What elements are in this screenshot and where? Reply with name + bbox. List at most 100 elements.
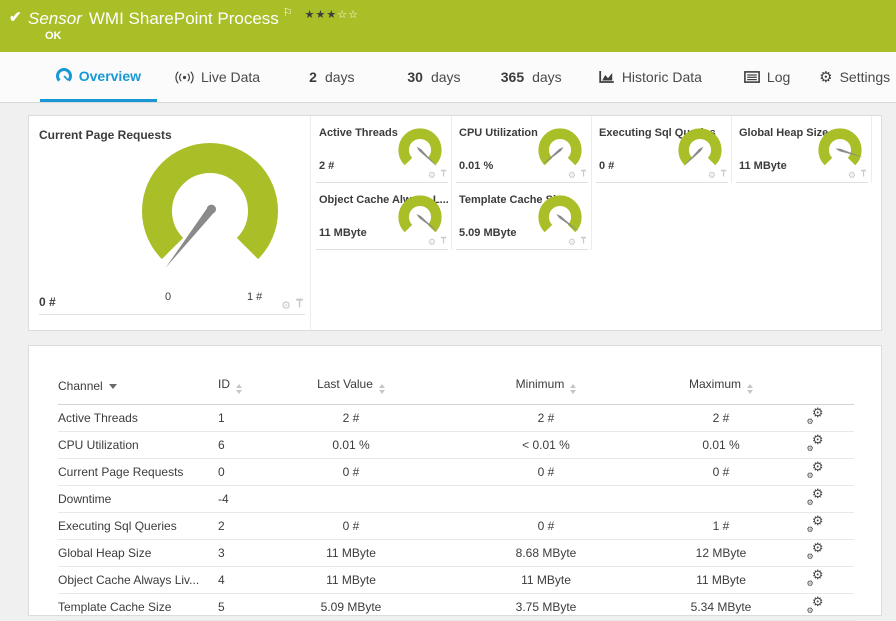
gauge-value: 0 # xyxy=(39,295,56,309)
column-label: Minimum xyxy=(515,377,565,391)
gauge-tile-executing-sql-queries[interactable]: Executing Sql Queries 0 # ⚙ xyxy=(592,116,732,183)
channel-settings-icon[interactable]: ⚙ ⚙ xyxy=(807,460,824,480)
channel-settings-icon[interactable]: ⚙ ⚙ xyxy=(807,595,824,615)
tab-label: Log xyxy=(766,69,791,85)
tab-settings[interactable]: ⚙ Settings xyxy=(813,52,896,102)
gauge-tile-current-page-requests[interactable]: Current Page Requests 0 1 # 0 # ⚙ xyxy=(29,116,311,330)
cell-channel[interactable]: Global Heap Size xyxy=(58,539,218,567)
gauge-tile-cpu-utilization[interactable]: CPU Utilization 0.01 % ⚙ xyxy=(452,116,592,183)
tab-overview[interactable]: Overview xyxy=(40,52,157,102)
table-row[interactable]: CPU Utilization 6 0.01 % < 0.01 % 0.01 %… xyxy=(58,431,854,459)
gauge-value: 0.01 % xyxy=(459,160,494,172)
cell-maximum: 0 # xyxy=(666,458,776,486)
channel-settings-icon[interactable]: ⚙ ⚙ xyxy=(807,541,824,561)
tab-30-days[interactable]: 30 days xyxy=(385,52,482,102)
column-header-id[interactable]: ID xyxy=(218,371,276,405)
log-icon xyxy=(744,71,760,83)
priority-stars[interactable]: ★★★☆☆ xyxy=(305,9,359,21)
cell-maximum xyxy=(666,485,776,513)
cell-channel[interactable]: Template Cache Size xyxy=(58,593,218,621)
tab-label-number: 2 xyxy=(309,69,317,85)
pin-icon[interactable] xyxy=(440,169,447,180)
table-row[interactable]: Object Cache Always Liv... 4 11 MByte 11… xyxy=(58,566,854,594)
gauge-value: 0 # xyxy=(599,160,615,172)
small-gauge-grid: Active Threads 2 # ⚙ CPU Utilization 0.0… xyxy=(312,116,874,250)
column-header-channel[interactable]: Channel xyxy=(58,371,218,405)
pin-icon[interactable] xyxy=(860,169,867,180)
cell-channel[interactable]: Downtime xyxy=(58,485,218,513)
gear-icon[interactable]: ⚙ xyxy=(568,238,576,247)
channel-settings-icon[interactable]: ⚙ ⚙ xyxy=(807,406,824,426)
tab-historic-data[interactable]: Historic Data xyxy=(580,52,721,102)
table-row[interactable]: Template Cache Size 5 5.09 MByte 3.75 MB… xyxy=(58,593,854,621)
gauge-tile-object-cache-always-live[interactable]: Object Cache Always L... 11 MByte ⚙ xyxy=(312,183,452,250)
cell-channel[interactable]: Active Threads xyxy=(58,404,218,432)
cell-id: 4 xyxy=(218,566,276,594)
cell-minimum: 8.68 MByte xyxy=(426,539,666,567)
cell-minimum: 0 # xyxy=(426,458,666,486)
gear-icon[interactable]: ⚙ xyxy=(708,171,716,180)
pin-icon[interactable] xyxy=(295,298,304,312)
gauge-tile-global-heap-size[interactable]: Global Heap Size 11 MByte ⚙ xyxy=(732,116,872,183)
column-header-maximum[interactable]: Maximum xyxy=(666,371,776,405)
table-row[interactable]: Global Heap Size 3 11 MByte 8.68 MByte 1… xyxy=(58,539,854,567)
tile-divider xyxy=(39,314,305,315)
sensor-title-line: Sensor WMI SharePoint Process ⚐ ★★★☆☆ xyxy=(28,6,359,29)
table-row[interactable]: Downtime -4 ⚙ ⚙ xyxy=(58,485,854,513)
gauge-tile-template-cache-size[interactable]: Template Cache Size 5.09 MByte ⚙ xyxy=(452,183,592,250)
cell-maximum: 1 # xyxy=(666,512,776,540)
gauge-panel: Current Page Requests 0 1 # 0 # ⚙ Active… xyxy=(28,115,882,331)
gauge-scale-min: 0 xyxy=(165,291,172,303)
stars-filled: ★★★ xyxy=(304,9,338,21)
tab-365-days[interactable]: 365 days xyxy=(483,52,580,102)
column-header-minimum[interactable]: Minimum xyxy=(426,371,666,405)
cell-minimum: 3.75 MByte xyxy=(426,593,666,621)
small-gauge xyxy=(538,195,582,233)
cell-maximum: 11 MByte xyxy=(666,566,776,594)
cell-last-value xyxy=(276,485,426,513)
sort-icon xyxy=(570,384,577,394)
gear-icon[interactable]: ⚙ xyxy=(848,171,856,180)
channel-settings-icon[interactable]: ⚙ ⚙ xyxy=(807,568,824,588)
cell-channel[interactable]: CPU Utilization xyxy=(58,431,218,459)
column-header-last-value[interactable]: Last Value xyxy=(276,371,426,405)
sort-icon xyxy=(747,384,753,394)
cell-id: -4 xyxy=(218,485,276,513)
gear-icon[interactable]: ⚙ xyxy=(568,171,576,180)
tab-label: days xyxy=(430,69,461,85)
table-row[interactable]: Current Page Requests 0 0 # 0 # 0 # ⚙ ⚙ xyxy=(58,458,854,486)
cell-maximum: 12 MByte xyxy=(666,539,776,567)
cell-minimum: 11 MByte xyxy=(426,566,666,594)
cell-channel[interactable]: Executing Sql Queries xyxy=(58,512,218,540)
gauge-tile-active-threads[interactable]: Active Threads 2 # ⚙ xyxy=(312,116,452,183)
table-row[interactable]: Executing Sql Queries 2 0 # 0 # 1 # ⚙ ⚙ xyxy=(58,512,854,540)
tab-live-data[interactable]: Live Data xyxy=(157,52,279,102)
pin-icon[interactable] xyxy=(580,236,587,247)
pin-icon[interactable] xyxy=(720,169,727,180)
channel-settings-icon[interactable]: ⚙ ⚙ xyxy=(807,514,824,534)
tab-2-days[interactable]: 2 days xyxy=(278,52,385,102)
cell-channel[interactable]: Object Cache Always Liv... xyxy=(58,566,218,594)
tab-log[interactable]: Log xyxy=(721,52,813,102)
cell-minimum: < 0.01 % xyxy=(426,431,666,459)
gear-icon[interactable]: ⚙ xyxy=(428,171,436,180)
cell-minimum xyxy=(426,485,666,513)
channel-settings-icon[interactable]: ⚙ ⚙ xyxy=(807,487,824,507)
cell-id: 1 xyxy=(218,404,276,432)
pin-icon[interactable] xyxy=(440,236,447,247)
table-row[interactable]: Active Threads 1 2 # 2 # 2 # ⚙ ⚙ xyxy=(58,404,854,432)
page-title: WMI SharePoint Process xyxy=(88,9,279,28)
gear-icon[interactable]: ⚙ xyxy=(281,301,291,312)
stars-empty: ☆☆ xyxy=(337,9,359,21)
cell-last-value: 11 MByte xyxy=(276,566,426,594)
flag-icon[interactable]: ⚐ xyxy=(283,7,293,19)
column-label: Channel xyxy=(58,378,103,393)
channel-settings-icon[interactable]: ⚙ ⚙ xyxy=(807,433,824,453)
tab-label: Historic Data xyxy=(621,69,702,85)
small-gauge xyxy=(538,128,582,166)
gear-icon[interactable]: ⚙ xyxy=(428,238,436,247)
small-gauge xyxy=(678,128,722,167)
pin-icon[interactable] xyxy=(580,169,587,180)
cell-channel[interactable]: Current Page Requests xyxy=(58,458,218,486)
gauge-icon xyxy=(55,67,72,84)
